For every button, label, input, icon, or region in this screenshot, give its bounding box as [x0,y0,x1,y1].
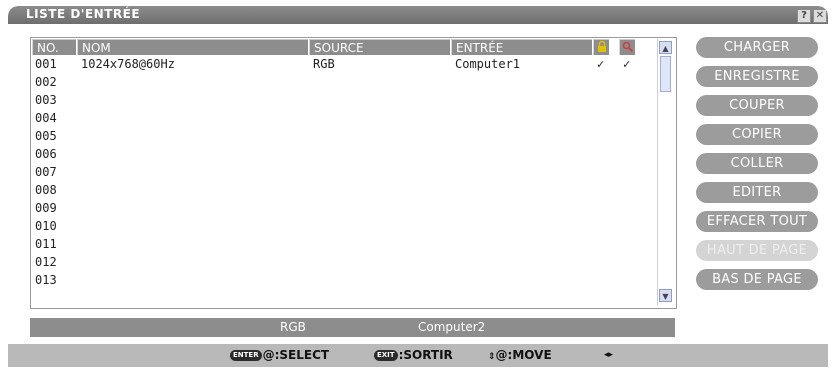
window-title: LISTE D'ENTRÉE [26,7,141,21]
table-row[interactable]: 006 [35,147,645,165]
row-number: 005 [35,129,57,143]
row-number: 007 [35,165,57,179]
table-row[interactable]: 005 [35,129,645,147]
row-number: 004 [35,111,57,125]
couper-button[interactable]: COUPER [696,95,818,116]
input-list-table[interactable]: NO. NOM SOURCE ENTRÉE 001 1024x768@60Hz … [30,37,677,309]
table-row[interactable]: 012 [35,255,645,273]
search-icon [622,41,634,53]
table-row[interactable]: 003 [35,93,645,111]
status-entree: Computer2 [418,320,486,334]
title-bar: LISTE D'ENTRÉE ? ✕ [8,6,828,24]
row-name: 1024x768@60Hz [81,57,175,71]
column-header-no[interactable]: NO. [32,39,76,55]
column-header-source[interactable]: SOURCE [309,39,450,55]
lock-icon [598,40,606,52]
key-hints-bar: ENTER @:SELECT EXIT:SORTIR ⇕@:MOVE ◂▸ [8,344,828,367]
enter-key-icon: ENTER [230,350,262,361]
left-right-arrows-icon: ◂▸ [604,350,614,360]
table-row[interactable]: 011 [35,237,645,255]
row-number: 013 [35,273,57,287]
row-source: RGB [313,57,335,71]
column-header-search[interactable] [619,39,635,55]
table-row[interactable]: 008 [35,183,645,201]
row-number: 010 [35,219,57,233]
vertical-scrollbar[interactable]: ▲ ▼ [657,39,674,305]
select-hint: ENTER @:SELECT [230,344,329,367]
move-hint: ⇕@:MOVE [488,348,552,362]
row-number: 008 [35,183,57,197]
up-down-arrows-icon: ⇕ [488,352,496,362]
scroll-thumb[interactable] [660,56,671,92]
close-button[interactable]: ✕ [813,9,827,23]
row-entree: Computer1 [455,57,521,71]
effacer-tout-button[interactable]: EFFACER TOUT [696,211,818,232]
row-number: 009 [35,201,57,215]
row-number: 003 [35,93,57,107]
charger-button[interactable]: CHARGER [696,37,818,58]
enregistre-button[interactable]: ENREGISTRE [696,66,818,87]
row-number: 006 [35,147,57,161]
table-row[interactable]: 010 [35,219,645,237]
column-header-nom[interactable]: NOM [77,39,308,55]
row-search-check: ✓ [623,57,631,71]
row-lock-check: ✓ [597,57,605,71]
help-button[interactable]: ? [797,9,811,23]
column-header-entree[interactable]: ENTRÉE [451,39,592,55]
column-header-lock[interactable] [593,39,609,55]
table-row[interactable]: 009 [35,201,645,219]
row-number: 012 [35,255,57,269]
table-row[interactable]: 001 1024x768@60Hz RGB Computer1 ✓ ✓ [35,57,645,75]
row-number: 011 [35,237,57,251]
exit-hint: EXIT:SORTIR [374,344,453,367]
scroll-up-icon[interactable]: ▲ [659,41,672,54]
row-number: 001 [35,57,57,71]
input-list-window: LISTE D'ENTRÉE ? ✕ NO. NOM SOURCE ENTRÉE… [8,6,828,360]
bas-de-page-button[interactable]: BAS DE PAGE [696,269,818,290]
exit-key-icon: EXIT [374,350,398,361]
table-row[interactable]: 007 [35,165,645,183]
editer-button[interactable]: EDITER [696,182,818,203]
scroll-down-icon[interactable]: ▼ [659,289,672,302]
current-input-status: RGB Computer2 [30,318,675,337]
table-row[interactable]: 002 [35,75,645,93]
table-row[interactable]: 013 [35,273,645,291]
haut-de-page-button[interactable]: HAUT DE PAGE [696,240,818,261]
row-number: 002 [35,75,57,89]
coller-button[interactable]: COLLER [696,153,818,174]
copier-button[interactable]: COPIER [696,124,818,145]
status-source: RGB [280,320,306,334]
table-row[interactable]: 004 [35,111,645,129]
